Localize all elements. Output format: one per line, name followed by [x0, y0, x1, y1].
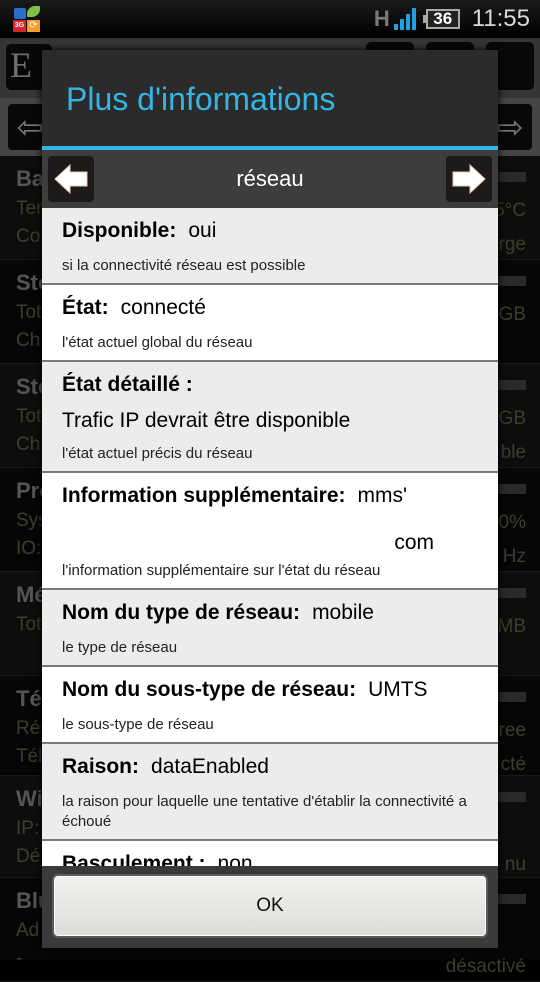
- item-label: Nom du type de réseau:: [62, 601, 301, 624]
- section-value: MB: [497, 616, 527, 637]
- item-description: la raison pour laquelle une tentative d'…: [62, 793, 467, 830]
- network-type: H: [373, 6, 390, 31]
- status-bar: 3G ⟳ H 36 11:55: [0, 0, 540, 38]
- section-value: rge: [498, 234, 526, 255]
- section-value: nu: [504, 854, 526, 875]
- info-list[interactable]: Disponible: oui si la connectivité réseau…: [42, 208, 498, 866]
- list-item: Nom du type de réseau: mobile le type de …: [42, 590, 498, 667]
- category-nav: réseau: [42, 150, 498, 208]
- section-value: 0%: [498, 512, 526, 533]
- list-item: Basculement :non indique si la tentative…: [42, 841, 498, 866]
- item-value-continuation: com: [394, 531, 434, 554]
- section-value: GB: [498, 304, 526, 325]
- list-item: Raison: dataEnabled la raison pour laquel…: [42, 744, 498, 841]
- notification-icons: 3G ⟳: [12, 6, 42, 32]
- item-value: oui: [188, 219, 217, 242]
- item-value: mms': [357, 484, 408, 507]
- dialog-footer: OK: [42, 866, 498, 948]
- section-value: Hz: [502, 546, 526, 567]
- item-value: Trafic IP devrait être disponible: [62, 409, 351, 432]
- item-value: dataEnabled: [151, 755, 269, 778]
- sync-icon: ⟳: [27, 20, 40, 32]
- clock: 11:55: [471, 5, 530, 32]
- 3g-icon: 3G: [13, 20, 26, 32]
- item-label: Information supplémentaire:: [62, 484, 346, 507]
- ok-button[interactable]: OK: [52, 874, 488, 938]
- item-description: l'état actuel global du réseau: [62, 334, 253, 351]
- signal-icon: [393, 8, 416, 30]
- dialog-title: Plus d'informations: [66, 81, 336, 117]
- item-label: État:: [62, 296, 109, 319]
- section-value: ree: [498, 720, 526, 741]
- next-category-button[interactable]: [446, 156, 492, 202]
- item-description: si la connectivité réseau est possible: [62, 257, 306, 274]
- item-label: État détaillé :: [62, 373, 193, 396]
- section-value: 5°C: [494, 200, 526, 221]
- item-label: Raison:: [62, 755, 140, 778]
- list-item: Nom du sous-type de réseau: UMTS le sous-…: [42, 667, 498, 744]
- leaf-icon: [27, 6, 40, 17]
- item-value: connecté: [120, 296, 206, 319]
- item-description: le type de réseau: [62, 639, 178, 656]
- item-label: Nom du sous-type de réseau:: [62, 678, 357, 701]
- battery-level: 36: [433, 9, 453, 28]
- previous-category-button[interactable]: [48, 156, 94, 202]
- list-item: Information supplémentaire: mms' com l'in…: [42, 473, 498, 590]
- item-description: le sous-type de réseau: [62, 716, 214, 733]
- item-label: Basculement :: [62, 852, 206, 866]
- section-value: GB: [498, 408, 526, 429]
- item-label: Disponible:: [62, 219, 177, 242]
- item-description: l'état actuel précis du réseau: [62, 445, 253, 462]
- section-value: ble: [500, 442, 526, 463]
- list-item: État détaillé : Trafic IP devrait être d…: [42, 362, 498, 473]
- arrow-right-icon: [452, 164, 486, 194]
- item-value: non: [217, 852, 253, 866]
- battery-icon: 36: [422, 9, 460, 29]
- category-title: réseau: [236, 166, 304, 191]
- list-item: État: connecté l'état actuel global du ré…: [42, 285, 498, 362]
- section-value: cté: [500, 754, 526, 775]
- more-info-dialog: Plus d'informations réseau Disponible: ou…: [42, 50, 498, 948]
- item-value: UMTS: [368, 678, 428, 701]
- item-value: mobile: [312, 601, 374, 624]
- item-description: l'information supplémentaire sur l'état …: [62, 562, 381, 579]
- list-item: Disponible: oui si la connectivité réseau…: [42, 208, 498, 285]
- section-value: désactivé: [445, 956, 526, 977]
- arrow-left-icon: [54, 164, 88, 194]
- wifi-icon: [14, 8, 26, 19]
